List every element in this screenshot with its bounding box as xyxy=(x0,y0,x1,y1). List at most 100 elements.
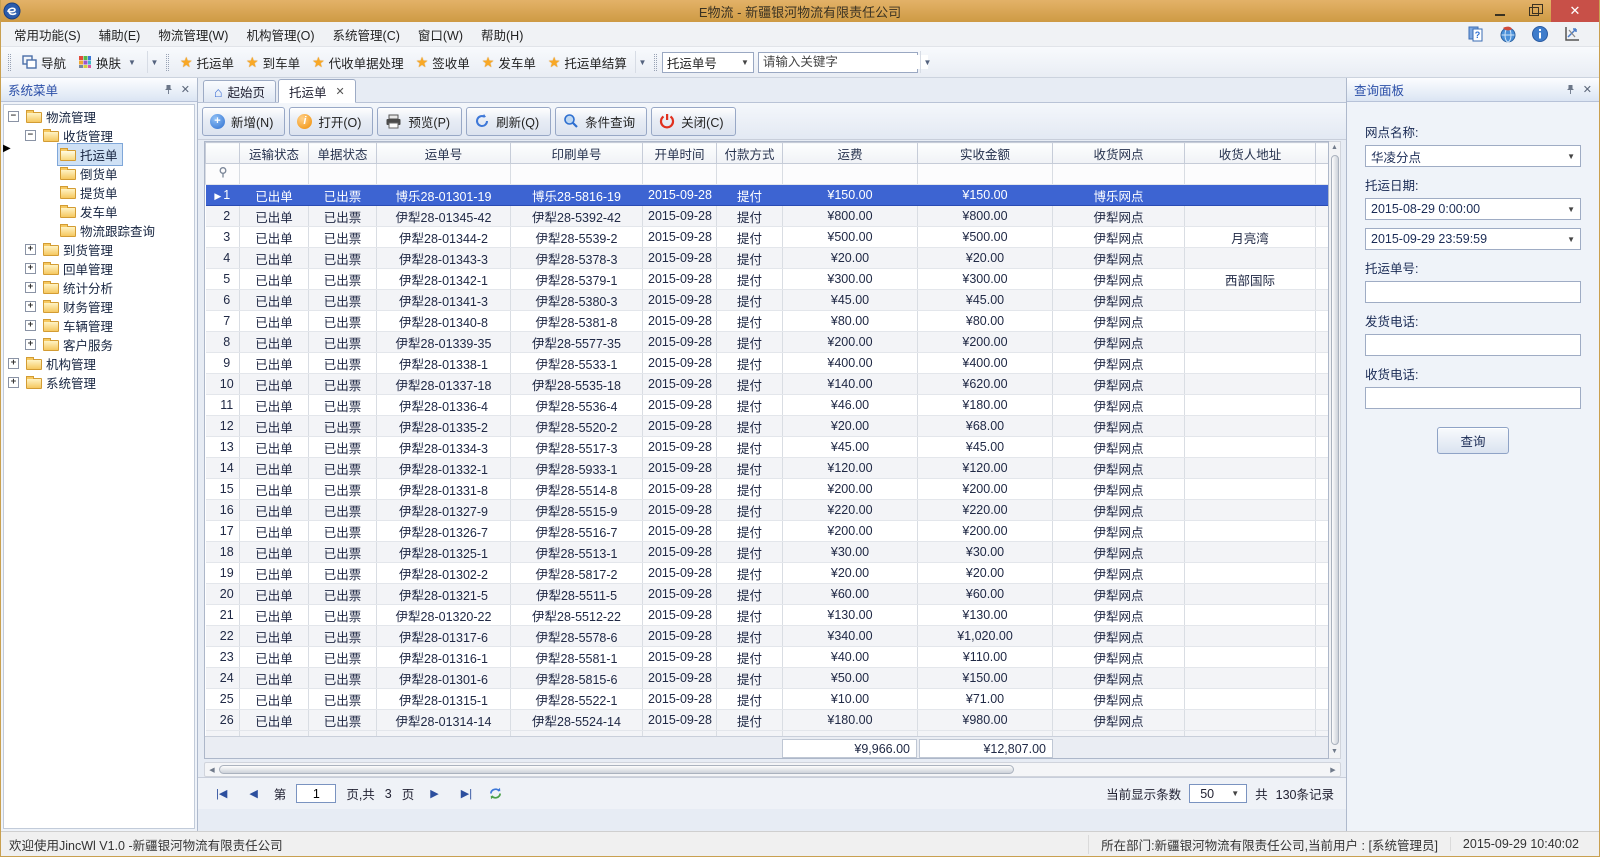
column-header[interactable]: 运输状态 xyxy=(240,143,309,164)
favorite-shortcut-button[interactable]: ★托运单 xyxy=(174,50,240,75)
menu-item[interactable]: 辅助(E) xyxy=(90,26,150,46)
filter-cell[interactable] xyxy=(1185,164,1316,185)
column-header[interactable]: 收货网点 xyxy=(1053,143,1185,164)
sender-phone-input[interactable] xyxy=(1371,338,1575,352)
next-page-button[interactable]: ▶ xyxy=(424,787,444,800)
menu-item[interactable]: 系统管理(C) xyxy=(324,26,409,46)
filter-cell[interactable] xyxy=(783,164,918,185)
table-row[interactable]: ▶20 已出单 已出票 伊犁28-01321-5 伊犁28-5511-5 201… xyxy=(206,584,1330,605)
scroll-down-icon[interactable]: ▼ xyxy=(1331,746,1338,758)
vertical-scrollbar[interactable]: ▲ ▼ xyxy=(1329,141,1341,759)
table-row[interactable]: ▶17 已出单 已出票 伊犁28-01326-7 伊犁28-5516-7 201… xyxy=(206,521,1330,542)
table-row[interactable]: ▶5 已出单 已出票 伊犁28-01342-1 伊犁28-5379-1 2015… xyxy=(206,269,1330,290)
waybill-no-input[interactable] xyxy=(1371,285,1575,299)
table-row[interactable]: ▶13 已出单 已出票 伊犁28-01334-3 伊犁28-5517-3 201… xyxy=(206,437,1330,458)
column-header[interactable]: 单据状态 xyxy=(309,143,377,164)
query-button[interactable]: 查询 xyxy=(1437,427,1509,454)
column-header[interactable]: 运费 xyxy=(783,143,918,164)
filter-cell[interactable] xyxy=(511,164,643,185)
table-row[interactable]: ▶21 已出单 已出票 伊犁28-01320-22 伊犁28-5512-22 2… xyxy=(206,605,1330,626)
last-page-button[interactable]: ▶| xyxy=(455,787,478,800)
table-row[interactable]: ▶12 已出单 已出票 伊犁28-01335-2 伊犁28-5520-2 201… xyxy=(206,416,1330,437)
tree-expander-icon[interactable]: + xyxy=(25,339,36,350)
condition-search-button[interactable]: 条件查询 xyxy=(555,107,647,136)
help-doc-icon[interactable]: ? xyxy=(1467,25,1485,43)
filter-cell[interactable] xyxy=(643,164,717,185)
prev-page-button[interactable]: ◀ xyxy=(243,787,263,800)
new-button[interactable]: + 新增(N) xyxy=(202,107,285,136)
date-to-select[interactable]: 2015-09-29 23:59:59 ▼ xyxy=(1365,228,1581,250)
table-row[interactable]: ▶8 已出单 已出票 伊犁28-01339-35 伊犁28-5577-35 20… xyxy=(206,332,1330,353)
table-row[interactable]: ▶19 已出单 已出票 伊犁28-01302-2 伊犁28-5817-2 201… xyxy=(206,563,1330,584)
filter-pin-cell[interactable] xyxy=(206,164,240,185)
column-header[interactable]: 印刷单号 xyxy=(511,143,643,164)
tree-expander-icon[interactable]: − xyxy=(25,130,36,141)
tree-expander-icon[interactable]: − xyxy=(8,111,19,122)
table-row[interactable]: ▶1 已出单 已出票 博乐28-01301-19 博乐28-5816-19 20… xyxy=(206,185,1330,206)
column-header[interactable]: 运单号 xyxy=(377,143,511,164)
table-row[interactable]: ▶22 已出单 已出票 伊犁28-01317-6 伊犁28-5578-6 201… xyxy=(206,626,1330,647)
table-row[interactable]: ▶3 已出单 已出票 伊犁28-01344-2 伊犁28-5539-2 2015… xyxy=(206,227,1330,248)
table-row[interactable]: ▶9 已出单 已出票 伊犁28-01338-1 伊犁28-5533-1 2015… xyxy=(206,353,1330,374)
filter-cell[interactable] xyxy=(918,164,1053,185)
first-page-button[interactable]: |◀ xyxy=(210,787,233,800)
table-row[interactable]: ▶26 已出单 已出票 伊犁28-01314-14 伊犁28-5524-14 2… xyxy=(206,710,1330,731)
row-number-header[interactable] xyxy=(206,143,240,164)
filter-cell[interactable] xyxy=(309,164,377,185)
menu-item[interactable]: 帮助(H) xyxy=(472,26,532,46)
toolbar-grip[interactable] xyxy=(654,54,657,71)
tree-expander-icon[interactable]: + xyxy=(8,377,19,388)
pin-icon[interactable] xyxy=(164,84,173,95)
scroll-right-icon[interactable]: ▶ xyxy=(1326,766,1340,774)
favorite-shortcut-button[interactable]: ★到车单 xyxy=(240,50,306,75)
table-row[interactable]: ▶7 已出单 已出票 伊犁28-01340-8 伊犁28-5381-8 2015… xyxy=(206,311,1330,332)
tab-close-icon[interactable]: ✕ xyxy=(336,85,345,98)
toolbar-overflow-button[interactable]: ▼ xyxy=(147,51,161,73)
tab-waybill[interactable]: 托运单 ✕ xyxy=(278,79,356,103)
favorite-shortcut-button[interactable]: ★托运单结算 xyxy=(542,50,633,75)
scroll-up-icon[interactable]: ▲ xyxy=(1331,142,1338,154)
table-row[interactable]: ▶2 已出单 已出票 伊犁28-01345-42 伊犁28-5392-42 20… xyxy=(206,206,1330,227)
tree-expander-icon[interactable]: + xyxy=(25,244,36,255)
table-row[interactable]: ▶11 已出单 已出票 伊犁28-01336-4 伊犁28-5536-4 201… xyxy=(206,395,1330,416)
scroll-left-icon[interactable]: ◀ xyxy=(205,766,219,774)
tab-home[interactable]: ⌂ 起始页 xyxy=(203,80,276,102)
table-row[interactable]: ▶18 已出单 已出票 伊犁28-01325-1 伊犁28-5513-1 201… xyxy=(206,542,1330,563)
table-row[interactable]: ▶16 已出单 已出票 伊犁28-01327-9 伊犁28-5515-9 201… xyxy=(206,500,1330,521)
table-row[interactable]: ▶23 已出单 已出票 伊犁28-01316-1 伊犁28-5581-1 201… xyxy=(206,647,1330,668)
info-icon[interactable] xyxy=(1531,25,1549,43)
toolbar-grip[interactable] xyxy=(166,54,169,71)
table-row[interactable]: ▶10 已出单 已出票 伊犁28-01337-18 伊犁28-5535-18 2… xyxy=(206,374,1330,395)
page-number-input[interactable] xyxy=(296,784,336,803)
favorite-shortcut-button[interactable]: ★签收单 xyxy=(410,50,476,75)
toolbar-overflow-button[interactable]: ▼ xyxy=(635,51,649,73)
filter-cell[interactable] xyxy=(717,164,783,185)
favorite-shortcut-button[interactable]: ★发车单 xyxy=(476,50,542,75)
tree-expander-icon[interactable]: + xyxy=(25,301,36,312)
menu-item[interactable]: 机构管理(O) xyxy=(237,26,323,46)
table-row[interactable]: ▶6 已出单 已出票 伊犁28-01341-3 伊犁28-5380-3 2015… xyxy=(206,290,1330,311)
tree-expander-icon[interactable]: + xyxy=(25,320,36,331)
search-category-select[interactable]: 托运单号 ▼ xyxy=(662,52,754,73)
filter-cell[interactable] xyxy=(377,164,511,185)
page-size-select[interactable]: 50 ▼ xyxy=(1189,784,1247,803)
menu-item[interactable]: 常用功能(S) xyxy=(5,26,90,46)
sidebar-close-icon[interactable]: ✕ xyxy=(181,83,190,96)
menu-item[interactable]: 窗口(W) xyxy=(409,26,472,46)
date-from-select[interactable]: 2015-08-29 0:00:00 ▼ xyxy=(1365,198,1581,220)
globe-icon[interactable] xyxy=(1499,25,1517,43)
tree-expander-icon[interactable]: + xyxy=(8,358,19,369)
column-header[interactable]: 实收金额 xyxy=(918,143,1053,164)
filter-cell[interactable] xyxy=(1053,164,1185,185)
filter-cell[interactable] xyxy=(240,164,309,185)
toolbar-overflow-button[interactable]: ▼ xyxy=(920,51,934,73)
nav-button[interactable]: 导航 xyxy=(16,50,72,75)
close-tab-button[interactable]: 关闭(C) xyxy=(651,107,735,136)
table-row[interactable]: ▶24 已出单 已出票 伊犁28-01301-6 伊犁28-5815-6 201… xyxy=(206,668,1330,689)
reload-icon[interactable] xyxy=(488,786,503,801)
toolbar-grip[interactable] xyxy=(8,54,11,71)
refresh-button[interactable]: 刷新(Q) xyxy=(466,107,551,136)
tree-item[interactable]: + 系统管理 xyxy=(4,373,194,392)
receiver-phone-input[interactable] xyxy=(1371,391,1575,405)
horizontal-scrollbar[interactable]: ◀ ▶ xyxy=(204,762,1341,777)
